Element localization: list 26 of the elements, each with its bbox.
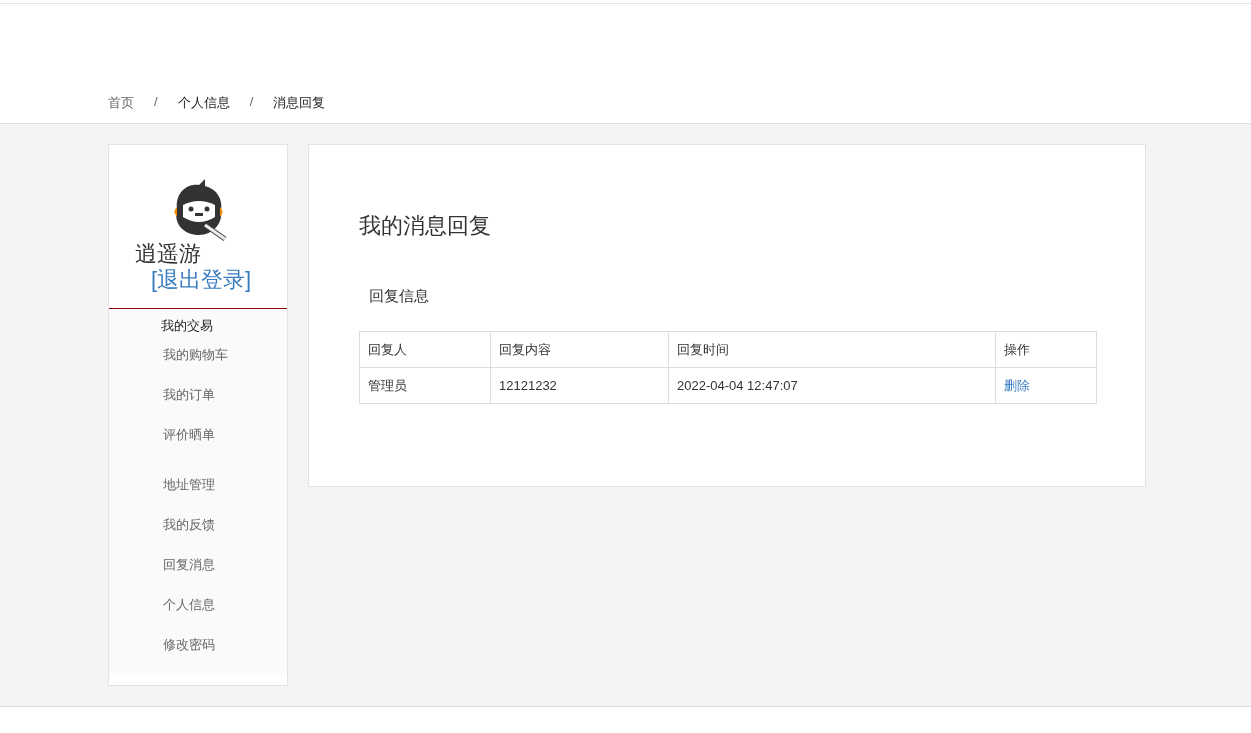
column-header: 回复内容 — [490, 331, 669, 368]
breadcrumb-separator: / — [154, 94, 158, 111]
sidebar-link[interactable]: 我的订单 — [163, 375, 287, 415]
table-cell: 2022-04-04 12:47:07 — [668, 367, 996, 404]
user-name: 逍遥游 — [135, 241, 201, 267]
table-cell: 12121232 — [490, 367, 669, 404]
sidebar-link[interactable]: 个人信息 — [163, 585, 287, 625]
sidebar-link[interactable]: 我的反馈 — [163, 505, 287, 545]
column-header: 回复人 — [359, 331, 491, 368]
sidebar-link[interactable]: 我的购物车 — [163, 335, 287, 375]
sidebar-link[interactable]: 回复消息 — [163, 545, 287, 585]
section-title: 回复信息 — [369, 286, 430, 306]
sidebar-link[interactable]: 地址管理 — [163, 465, 287, 505]
breadcrumb-link[interactable]: 个人信息 — [177, 94, 230, 112]
delete-link[interactable]: 删除 — [1004, 377, 1030, 393]
page-title: 我的消息回复 — [359, 212, 492, 240]
breadcrumb-link[interactable]: 消息回复 — [273, 94, 326, 112]
breadcrumb-separator: / — [249, 94, 254, 111]
sidebar-link[interactable]: 修改密码 — [163, 625, 287, 665]
sidebar-link[interactable]: 评价晒单 — [163, 415, 287, 455]
logout-link[interactable]: [退出登录] — [151, 267, 252, 293]
column-header: 回复时间 — [668, 331, 996, 368]
breadcrumb-link[interactable]: 首页 — [108, 94, 134, 112]
table-cell: 管理员 — [359, 367, 491, 404]
column-header: 操作 — [995, 331, 1097, 368]
menu-heading: 我的交易 — [161, 317, 214, 335]
